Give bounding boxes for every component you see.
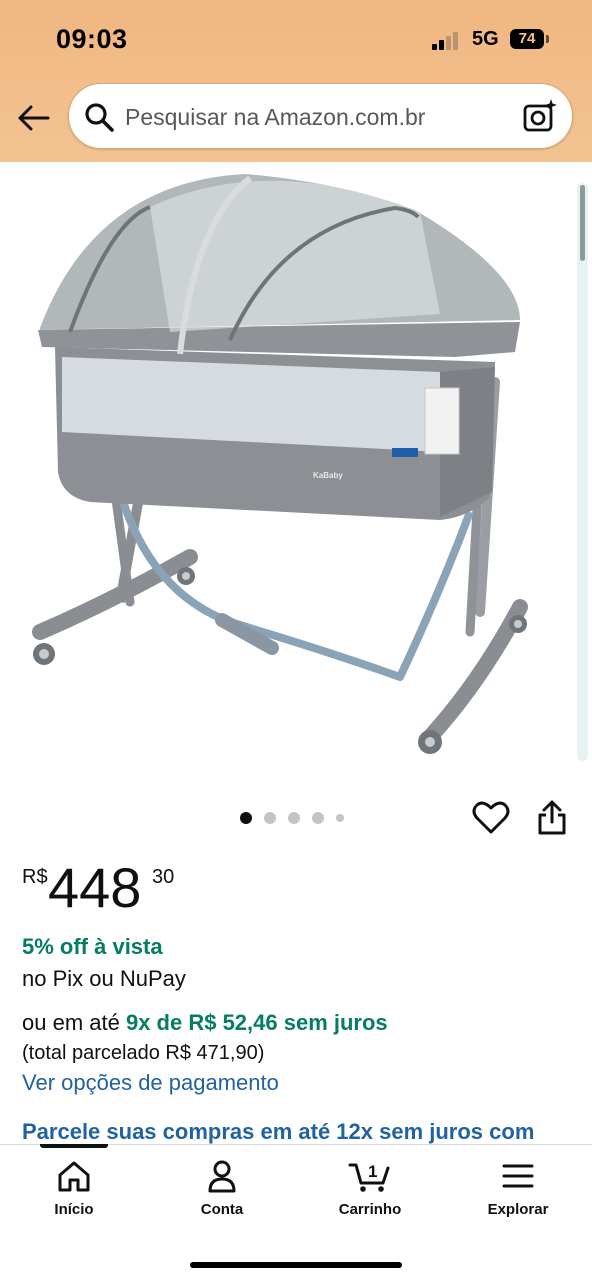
- price-whole: 448: [48, 856, 142, 919]
- status-time: 09:03: [56, 24, 128, 54]
- home-indicator: [190, 1262, 402, 1268]
- battery-icon: 74: [510, 29, 549, 49]
- nav-label: Conta: [200, 1201, 244, 1218]
- heart-icon[interactable]: [472, 800, 510, 836]
- installments-prefix: ou em até: [22, 1010, 120, 1035]
- carousel-dot[interactable]: [288, 812, 300, 824]
- carousel-indicator[interactable]: [240, 811, 344, 825]
- share-icon[interactable]: [535, 800, 569, 836]
- search-input[interactable]: Pesquisar na Amazon.com.br: [125, 104, 425, 131]
- search-bar[interactable]: Pesquisar na Amazon.com.br: [68, 83, 573, 149]
- app-header: 09:03 5G 74 Pesquisar na Amazon.com.br: [0, 0, 592, 162]
- signal-icon: [432, 32, 464, 50]
- carousel-dot[interactable]: [312, 812, 324, 824]
- back-button[interactable]: [14, 98, 54, 138]
- discount-text: 5% off à vista: [22, 934, 163, 959]
- installment-promo-banner[interactable]: Parcele suas compras em até 12x sem juro…: [22, 1119, 534, 1145]
- installments-highlight: 9x de R$ 52,46 sem juros: [125, 1010, 388, 1035]
- image-scrollbar[interactable]: [577, 183, 588, 761]
- active-tab-indicator: [40, 1144, 108, 1148]
- payment-options-link[interactable]: Ver opções de pagamento: [22, 1070, 279, 1096]
- bottom-nav: Início Conta 1 Carrinho Explorar: [0, 1144, 592, 1280]
- nav-item-home[interactable]: Início: [14, 1159, 134, 1218]
- nav-label: Carrinho: [338, 1201, 402, 1218]
- cart-count-badge: 1: [368, 1162, 377, 1181]
- carousel-dot[interactable]: [240, 812, 252, 824]
- product-image: KaBaby: [32, 174, 528, 754]
- carousel-dot[interactable]: [336, 814, 344, 822]
- carousel-dot[interactable]: [264, 812, 276, 824]
- price-fraction: 30: [152, 866, 175, 888]
- search-icon: [85, 103, 114, 132]
- arrow-left-icon: [18, 105, 50, 131]
- home-icon: [58, 1161, 90, 1192]
- menu-icon: [502, 1164, 534, 1188]
- brand-label: KaBaby: [313, 471, 343, 480]
- nav-item-account[interactable]: Conta: [162, 1159, 282, 1218]
- price-currency: R$: [22, 866, 48, 888]
- camera-icon[interactable]: [522, 98, 558, 134]
- nav-label: Explorar: [487, 1201, 549, 1218]
- network-type: 5G: [472, 28, 499, 50]
- installments-text: ou em até 9x de R$ 52,46 sem juros: [22, 1010, 388, 1036]
- status-bar: 09:03 5G 74: [0, 0, 592, 80]
- nav-item-cart[interactable]: 1 Carrinho: [310, 1159, 430, 1218]
- cart-icon: 1: [348, 1162, 390, 1192]
- product-image-carousel[interactable]: KaBaby: [0, 162, 592, 762]
- nav-label: Início: [54, 1201, 94, 1218]
- nav-item-explore[interactable]: Explorar: [458, 1159, 578, 1218]
- person-icon: [208, 1160, 236, 1193]
- payment-methods-text: no Pix ou NuPay: [22, 966, 186, 991]
- total-installment-text: (total parcelado R$ 471,90): [22, 1042, 265, 1064]
